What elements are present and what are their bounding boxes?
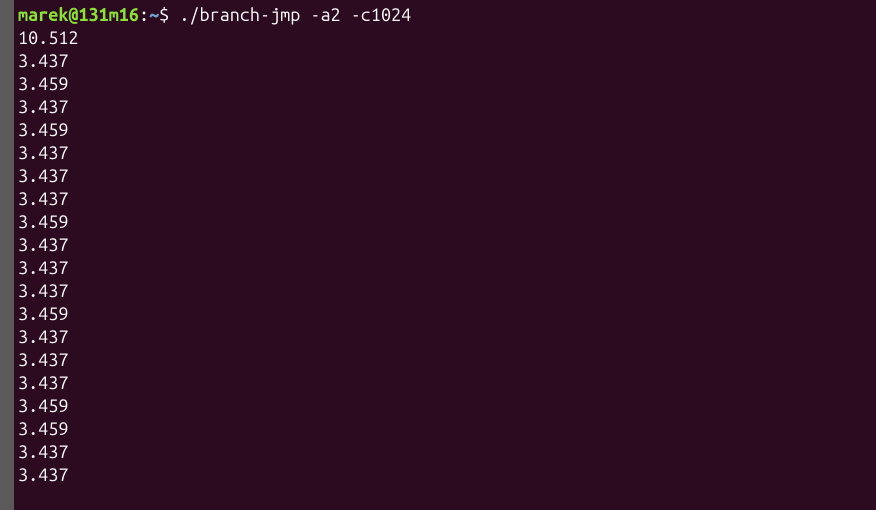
output-line: 3.437 [18, 464, 876, 487]
output-line: 10.512 [18, 27, 876, 50]
terminal-area[interactable]: marek@131m16:~$ ./branch-jmp -a2 -c1024 … [0, 0, 876, 487]
output-line: 3.437 [18, 234, 876, 257]
output-line: 3.437 [18, 441, 876, 464]
output-line: 3.437 [18, 326, 876, 349]
output-line: 3.459 [18, 119, 876, 142]
prompt-separator: : [139, 5, 149, 25]
command-text: ./branch-jmp -a2 -c1024 [179, 5, 411, 25]
output-line: 3.437 [18, 372, 876, 395]
output-line: 3.437 [18, 349, 876, 372]
output-line: 3.437 [18, 188, 876, 211]
prompt-line: marek@131m16:~$ ./branch-jmp -a2 -c1024 [18, 4, 876, 27]
prompt-symbol: $ [159, 5, 169, 25]
output-line: 3.437 [18, 257, 876, 280]
prompt-command: ./branch-jmp -a2 -c1024 [169, 5, 411, 25]
output-line: 3.459 [18, 303, 876, 326]
prompt-path: ~ [149, 5, 159, 25]
output-line: 3.437 [18, 96, 876, 119]
output-line: 3.459 [18, 395, 876, 418]
terminal-content: marek@131m16:~$ ./branch-jmp -a2 -c1024 … [18, 4, 876, 487]
output-line: 3.437 [18, 50, 876, 73]
output-line: 3.459 [18, 73, 876, 96]
prompt-user-host: marek@131m16 [18, 5, 139, 25]
output-line: 3.437 [18, 280, 876, 303]
output-line: 3.459 [18, 211, 876, 234]
output-line: 3.459 [18, 418, 876, 441]
output-line: 3.437 [18, 142, 876, 165]
output-line: 3.437 [18, 165, 876, 188]
